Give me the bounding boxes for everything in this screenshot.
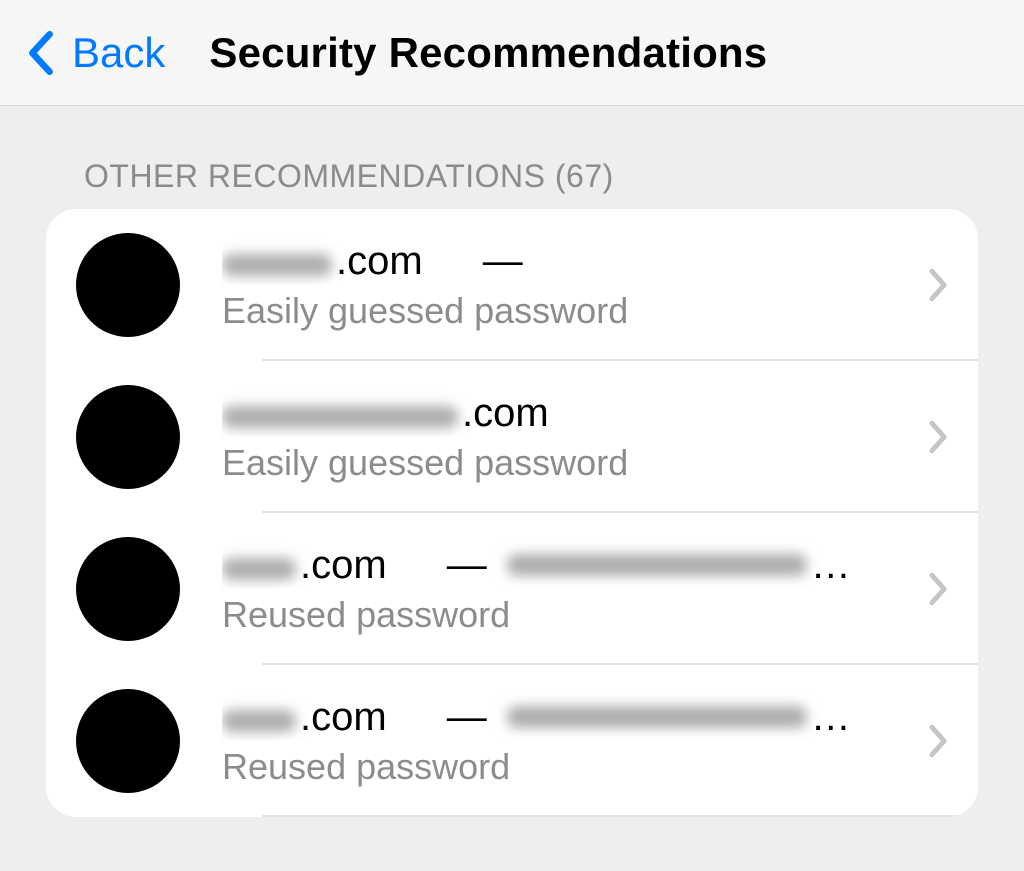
recommendations-list: .com — Easily guessed password .com Easi… bbox=[46, 209, 978, 817]
title-ellipsis: … bbox=[811, 543, 851, 588]
row-text: .com — … Reused password bbox=[222, 695, 912, 788]
row-text: .com — … Reused password bbox=[222, 543, 912, 636]
row-subtitle: Reused password bbox=[222, 746, 912, 788]
domain-redacted bbox=[222, 558, 296, 580]
chevron-right-icon bbox=[928, 420, 948, 454]
recommendation-row[interactable]: .com Easily guessed password bbox=[46, 361, 978, 511]
section-header: OTHER RECOMMENDATIONS (67) bbox=[84, 158, 1024, 195]
row-title: .com bbox=[222, 391, 912, 436]
site-avatar bbox=[76, 385, 180, 489]
account-redacted bbox=[507, 706, 807, 728]
recommendation-row[interactable]: .com — Easily guessed password bbox=[46, 209, 978, 359]
chevron-left-icon bbox=[28, 31, 54, 75]
domain-suffix: .com bbox=[300, 543, 387, 588]
recommendation-row[interactable]: .com — … Reused password bbox=[46, 513, 978, 663]
title-ellipsis: … bbox=[811, 695, 851, 740]
chevron-right-icon bbox=[928, 268, 948, 302]
back-button[interactable]: Back bbox=[24, 29, 165, 77]
title-dash: — bbox=[447, 543, 487, 588]
recommendation-row[interactable]: .com — … Reused password bbox=[46, 665, 978, 815]
site-avatar bbox=[76, 233, 180, 337]
row-text: .com Easily guessed password bbox=[222, 391, 912, 484]
row-title: .com — bbox=[222, 239, 912, 284]
domain-redacted bbox=[222, 254, 332, 276]
row-subtitle: Reused password bbox=[222, 594, 912, 636]
row-title: .com — … bbox=[222, 543, 912, 588]
chevron-right-icon bbox=[928, 724, 948, 758]
domain-redacted bbox=[222, 406, 458, 428]
row-text: .com — Easily guessed password bbox=[222, 239, 912, 332]
domain-redacted bbox=[222, 710, 296, 732]
row-title: .com — … bbox=[222, 695, 912, 740]
domain-suffix: .com bbox=[462, 391, 549, 436]
site-avatar bbox=[76, 689, 180, 793]
nav-bar: Back Security Recommendations bbox=[0, 0, 1024, 106]
row-separator bbox=[262, 815, 978, 817]
row-subtitle: Easily guessed password bbox=[222, 442, 912, 484]
chevron-right-icon bbox=[928, 572, 948, 606]
title-dash: — bbox=[483, 239, 523, 284]
site-avatar bbox=[76, 537, 180, 641]
row-subtitle: Easily guessed password bbox=[222, 290, 912, 332]
title-dash: — bbox=[447, 695, 487, 740]
account-redacted bbox=[507, 554, 807, 576]
back-label: Back bbox=[72, 29, 165, 77]
domain-suffix: .com bbox=[336, 239, 423, 284]
page-title: Security Recommendations bbox=[209, 29, 767, 77]
domain-suffix: .com bbox=[300, 695, 387, 740]
